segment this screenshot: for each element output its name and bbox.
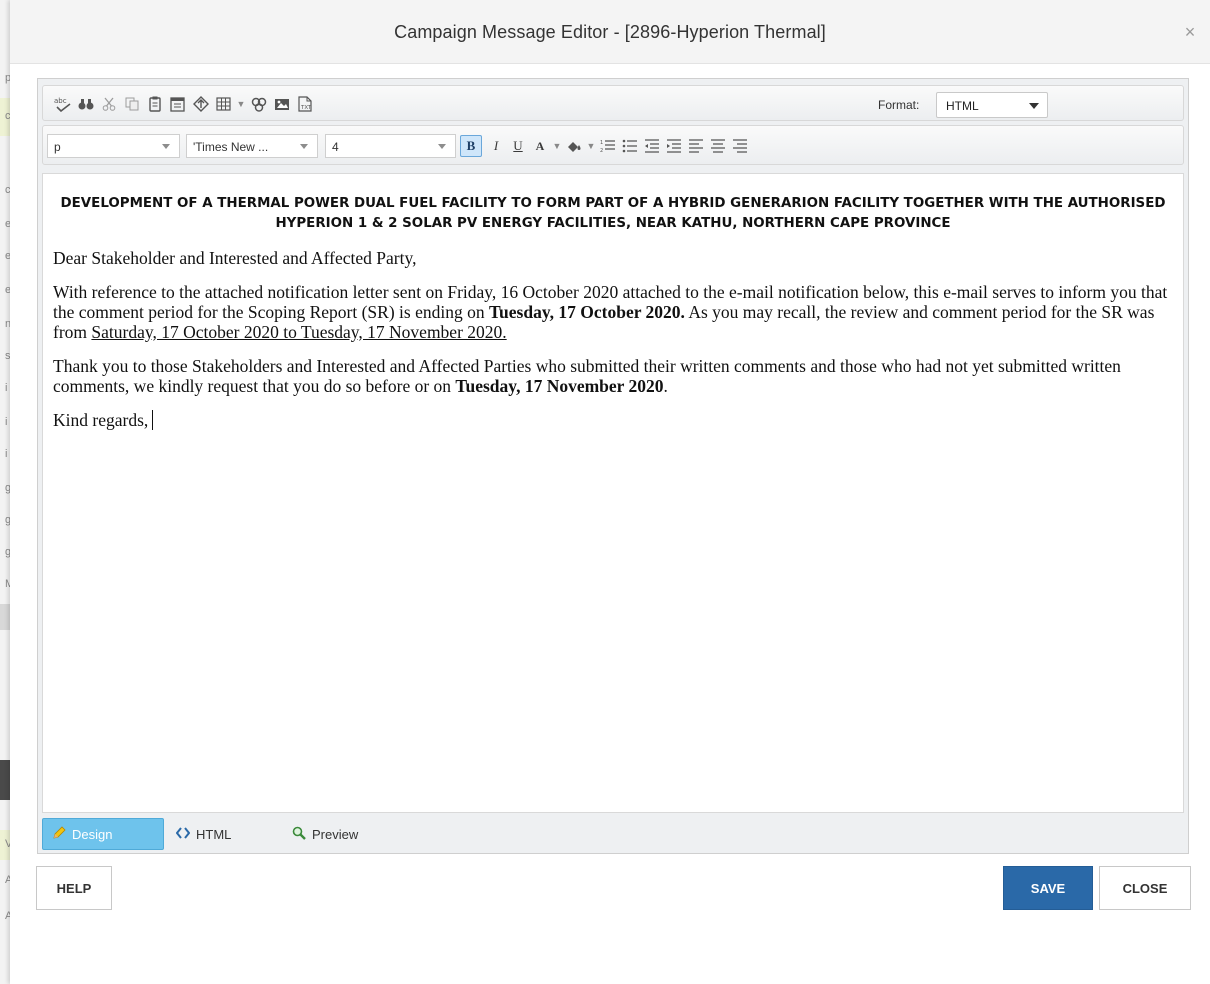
rich-text-editor: abc ▼ TXT Format: HTML p 'Times New ... … [37,78,1189,854]
font-size-value: 4 [332,140,339,154]
format-select-value: HTML [946,99,979,113]
bold-icon[interactable]: B [460,135,482,157]
spellcheck-icon[interactable]: abc [51,93,74,115]
format-label: Format: [878,98,920,112]
campaign-message-editor-dialog: Campaign Message Editor - [2896-Hyperion… [10,0,1210,984]
align-left-icon[interactable] [685,135,707,157]
text-cursor [152,410,154,430]
help-button[interactable]: HELP [36,866,112,910]
pencil-icon [52,825,66,843]
underline-icon[interactable]: U [507,135,529,157]
editor-content-area[interactable]: DEVELOPMENT OF A THERMAL POWER DUAL FUEL… [42,173,1184,813]
align-center-icon[interactable] [707,135,729,157]
copy-icon[interactable] [120,93,143,115]
font-family-value: 'Times New ... [193,140,269,154]
tab-preview[interactable]: Preview [282,818,392,850]
indent-icon[interactable] [663,135,685,157]
svg-text:2: 2 [600,148,603,153]
paste-from-word-icon[interactable] [166,93,189,115]
salutation-paragraph: Dear Stakeholder and Interested and Affe… [53,248,417,268]
font-color-icon[interactable]: A [529,135,551,157]
paste-icon[interactable] [143,93,166,115]
editor-toolbar-top: abc ▼ TXT Format: HTML [42,85,1184,121]
closing-text: Kind regards, [53,410,149,430]
chevron-down-icon [300,144,308,149]
close-icon[interactable]: × [1180,22,1200,42]
background-letter: i [5,448,8,460]
table-dropdown-arrow-icon[interactable]: ▼ [235,93,247,115]
image-manager-icon[interactable] [270,93,293,115]
font-family-select[interactable]: 'Times New ... [186,134,318,158]
closing-paragraph: Kind regards, [53,410,1173,430]
svg-text:TXT: TXT [300,105,312,111]
italic-icon[interactable]: I [485,135,507,157]
dialog-header: Campaign Message Editor - [2896-Hyperion… [10,0,1210,64]
body-paragraph-2: Thank you to those Stakeholders and Inte… [53,356,1173,396]
underlined-period: Saturday, 17 October 2020 to Tuesday, 17… [91,322,507,342]
body-paragraph-1: With reference to the attached notificat… [53,282,1173,342]
font-size-select[interactable]: 4 [325,134,456,158]
format-select[interactable]: HTML [936,92,1048,118]
editor-mode-tabs: Design HTML Preview [42,817,1184,851]
find-icon[interactable] [74,93,97,115]
document-manager-icon[interactable]: TXT [293,93,316,115]
special-characters-icon[interactable] [247,93,270,115]
cut-icon[interactable] [97,93,120,115]
toolbar-icon-group: abc ▼ TXT [51,92,316,116]
chevron-down-icon [1029,103,1039,109]
tab-html-label: HTML [196,826,232,842]
body-text: . [663,376,668,396]
align-right-icon[interactable] [729,135,751,157]
tab-design[interactable]: Design [42,818,164,850]
table-icon[interactable] [212,93,235,115]
bold-date: Tuesday, 17 October 2020. [488,302,685,322]
code-icon [175,826,191,842]
svg-text:1: 1 [600,140,603,146]
close-button[interactable]: CLOSE [1099,866,1191,910]
background-letter: i [5,382,8,394]
paragraph-style-select[interactable]: p [47,134,180,158]
editor-toolbar-formatting: p 'Times New ... 4 B I U A ▼ ▼ 1 2 [42,125,1184,165]
font-color-dropdown-icon[interactable]: ▼ [551,135,563,157]
tab-html[interactable]: HTML [172,818,282,850]
bold-date: Tuesday, 17 November 2020 [455,376,664,396]
highlight-dropdown-icon[interactable]: ▼ [585,135,597,157]
chevron-down-icon [438,144,446,149]
tab-preview-label: Preview [312,826,359,842]
save-button[interactable]: SAVE [1003,866,1093,910]
formatting-icon-group: B I U A ▼ ▼ 12 [460,133,751,159]
magnifier-icon [292,826,306,843]
outdent-icon[interactable] [641,135,663,157]
numbered-list-icon[interactable]: 12 [597,135,619,157]
tab-design-label: Design [72,826,113,842]
document-heading: DEVELOPMENT OF A THERMAL POWER DUAL FUEL… [60,196,1166,231]
background-letter: i [5,416,8,428]
highlight-color-icon[interactable] [563,135,585,157]
svg-text:abc: abc [54,97,67,105]
paragraph-style-value: p [54,140,61,154]
chevron-down-icon [162,144,170,149]
dialog-title: Campaign Message Editor - [2896-Hyperion… [394,22,826,42]
hyperlink-icon[interactable] [189,93,212,115]
bulleted-list-icon[interactable] [619,135,641,157]
